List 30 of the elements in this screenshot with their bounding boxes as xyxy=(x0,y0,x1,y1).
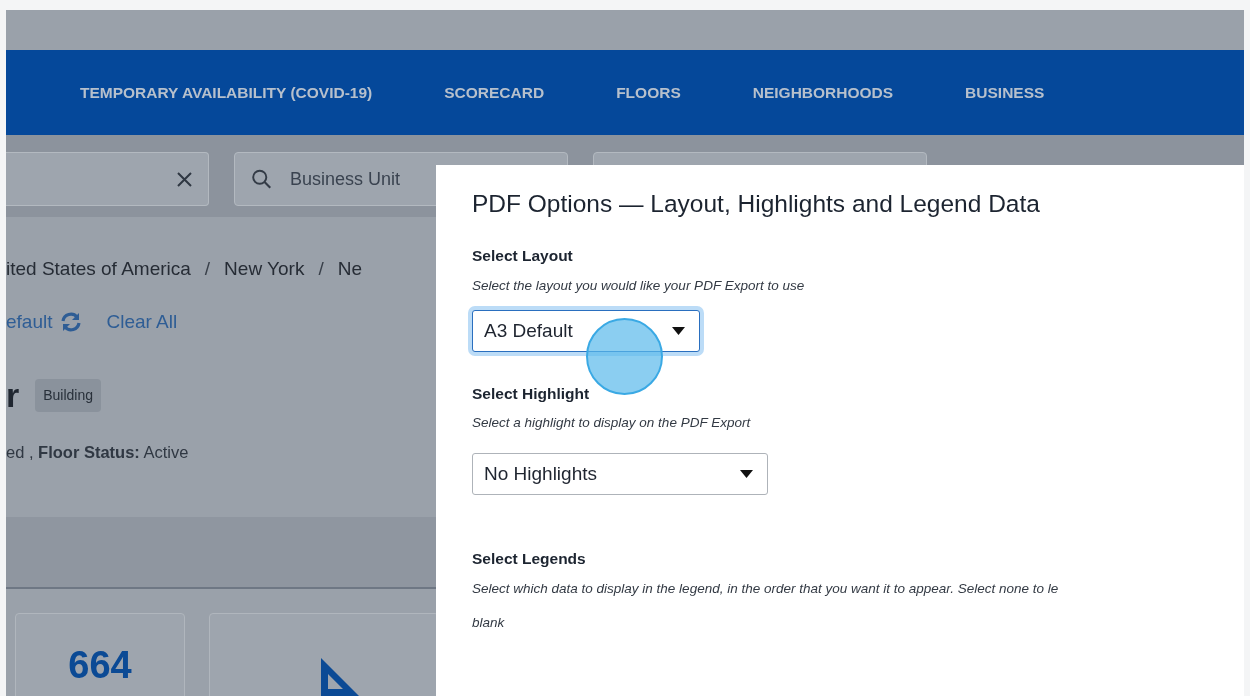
clear-all-link[interactable]: Clear All xyxy=(106,307,178,336)
breadcrumb-separator: / xyxy=(204,257,211,281)
field-label: Select Layout xyxy=(472,246,574,267)
refresh-icon xyxy=(60,311,83,332)
nav-link[interactable]: FLOORS xyxy=(616,80,681,105)
caret-icon xyxy=(672,326,685,335)
status-text: ed , Floor Status: Active xyxy=(6,442,190,463)
field-label: Select Legends xyxy=(472,549,587,570)
breadcrumb-link[interactable]: New York xyxy=(224,255,305,284)
breadcrumb-link[interactable]: ited States of America xyxy=(6,255,191,284)
dropdown-select[interactable]: No Highlights xyxy=(472,453,768,496)
stat-value: 664 xyxy=(68,642,132,688)
nav-link[interactable]: BUSINESS xyxy=(965,80,1045,105)
type-badge: Building xyxy=(35,378,102,412)
field-hint: Select a highlight to display on the PDF Export xyxy=(472,414,752,433)
caret-icon xyxy=(740,470,753,479)
nav-link[interactable]: NEIGHBORHOODS xyxy=(752,80,894,105)
breadcrumb-link[interactable]: Ne xyxy=(337,255,362,284)
field-hint: Select which data to display in the legend, in the order that you want it to appear. Select none to le xyxy=(472,579,1060,598)
nav-link[interactable]: TEMPORARY AVAILABILITY (COVID-19) xyxy=(80,80,373,105)
close-icon[interactable] xyxy=(177,171,192,187)
reset-link[interactable]: efault xyxy=(6,307,83,336)
field-hint: Select the layout you would like your PDF Export to use xyxy=(472,276,806,295)
breadcrumb-separator: / xyxy=(318,257,324,281)
field-hint: blank xyxy=(472,613,506,632)
search-icon xyxy=(251,167,272,191)
nav-link[interactable]: SCORECARD xyxy=(444,80,545,105)
page-title: r xyxy=(6,378,20,412)
filter-field[interactable] xyxy=(6,152,209,206)
field-label: Select Highlight xyxy=(472,383,591,404)
